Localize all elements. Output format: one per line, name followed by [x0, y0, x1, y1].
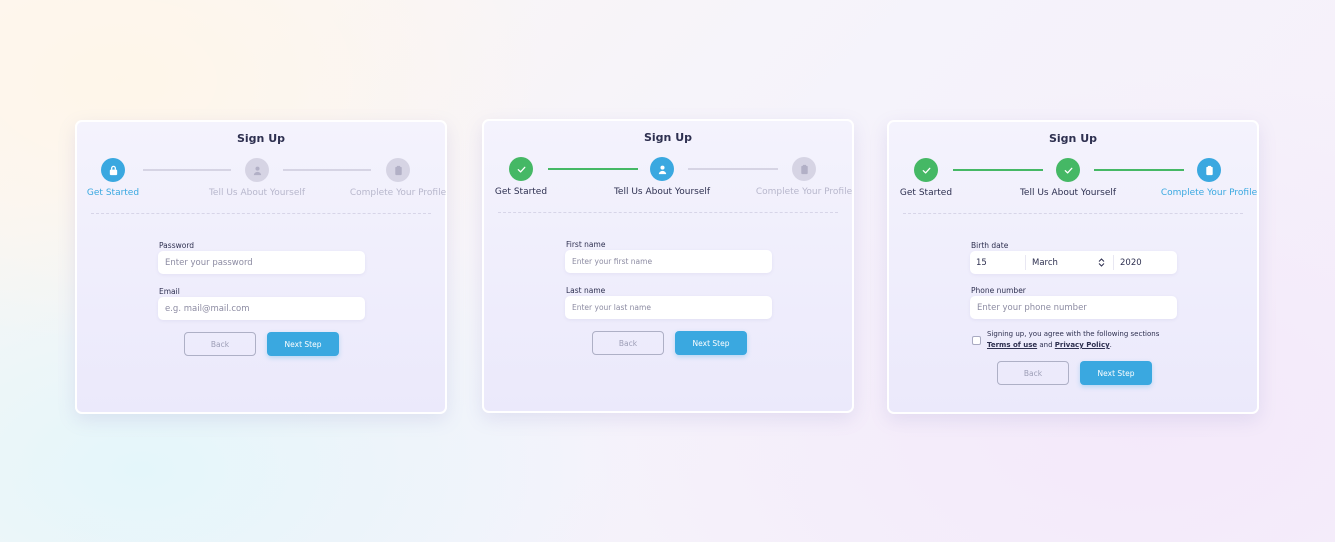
step-get-started: Get Started: [43, 158, 183, 198]
birth-date-label: Birth date: [971, 241, 1009, 250]
clipboard-icon: [386, 158, 410, 182]
check-icon: [509, 157, 533, 181]
user-icon: [650, 157, 674, 181]
terms-line: Signing up, you agree with the following…: [987, 330, 1160, 338]
signup-card-step-3: Sign Up Get Started Tell Us About Yourse…: [887, 120, 1259, 414]
back-button[interactable]: Back: [997, 361, 1069, 385]
phone-number-input[interactable]: Enter your phone number: [970, 296, 1177, 319]
birth-month-select[interactable]: March: [1026, 251, 1113, 274]
step-label: Tell Us About Yourself: [1019, 188, 1117, 198]
password-label: Password: [159, 241, 195, 250]
first-name-label: First name: [566, 240, 606, 249]
step-tell-us-about-yourself: Tell Us About Yourself: [187, 158, 327, 198]
last-name-label: Last name: [566, 286, 606, 295]
divider: [91, 213, 431, 214]
step-label: Tell Us About Yourself: [208, 188, 306, 198]
first-name-input[interactable]: Enter your first name: [565, 250, 772, 273]
check-icon: [1056, 158, 1080, 182]
terms-text: Signing up, you agree with the following…: [987, 329, 1159, 351]
card-title: Sign Up: [643, 131, 693, 144]
signup-card-step-1: Sign Up Get Started Tell Us About Yourse…: [75, 120, 447, 414]
step-label: Get Started: [494, 187, 548, 197]
step-complete-your-profile: Complete Your Profile: [734, 157, 874, 197]
step-label: Complete Your Profile: [755, 187, 853, 197]
lock-icon: [101, 158, 125, 182]
birth-month-value: March: [1032, 257, 1058, 268]
step-label: Complete Your Profile: [1160, 188, 1258, 198]
back-button[interactable]: Back: [592, 331, 664, 355]
card-title: Sign Up: [236, 132, 286, 145]
phone-number-label: Phone number: [971, 286, 1026, 295]
birth-year-input[interactable]: 2020: [1114, 251, 1177, 274]
step-label: Get Started: [86, 188, 140, 198]
clipboard-icon: [792, 157, 816, 181]
terms-and: and: [1039, 341, 1053, 349]
privacy-policy-link[interactable]: Privacy Policy: [1055, 341, 1110, 349]
select-arrows-icon: [1098, 258, 1105, 267]
email-input[interactable]: e.g. mail@mail.com: [158, 297, 365, 320]
step-label: Complete Your Profile: [349, 188, 447, 198]
email-label: Email: [159, 287, 180, 296]
next-step-button[interactable]: Next Step: [1080, 361, 1152, 385]
signup-card-step-2: Sign Up Get Started Tell Us About Yourse…: [482, 119, 854, 413]
step-get-started: Get Started: [856, 158, 996, 198]
back-button[interactable]: Back: [184, 332, 256, 356]
last-name-input[interactable]: Enter your last name: [565, 296, 772, 319]
user-icon: [245, 158, 269, 182]
password-input[interactable]: Enter your password: [158, 251, 365, 274]
next-step-button[interactable]: Next Step: [267, 332, 339, 356]
card-title: Sign Up: [1048, 132, 1098, 145]
step-complete-your-profile: Complete Your Profile: [328, 158, 468, 198]
step-get-started: Get Started: [451, 157, 591, 197]
terms-period: .: [1109, 341, 1112, 349]
divider: [903, 213, 1243, 214]
check-icon: [914, 158, 938, 182]
step-tell-us-about-yourself: Tell Us About Yourself: [592, 157, 732, 197]
birth-day-input[interactable]: 15: [970, 251, 1025, 274]
divider: [498, 212, 838, 213]
step-tell-us-about-yourself: Tell Us About Yourself: [998, 158, 1138, 198]
next-step-button[interactable]: Next Step: [675, 331, 747, 355]
birth-date-field: 15 March 2020: [970, 251, 1177, 274]
step-label: Tell Us About Yourself: [613, 187, 711, 197]
clipboard-icon: [1197, 158, 1221, 182]
terms-links-line: Terms of use and Privacy Policy.: [987, 340, 1159, 351]
step-complete-your-profile: Complete Your Profile: [1139, 158, 1279, 198]
terms-checkbox[interactable]: [972, 336, 981, 345]
step-label: Get Started: [899, 188, 953, 198]
terms-of-use-link[interactable]: Terms of use: [987, 341, 1037, 349]
